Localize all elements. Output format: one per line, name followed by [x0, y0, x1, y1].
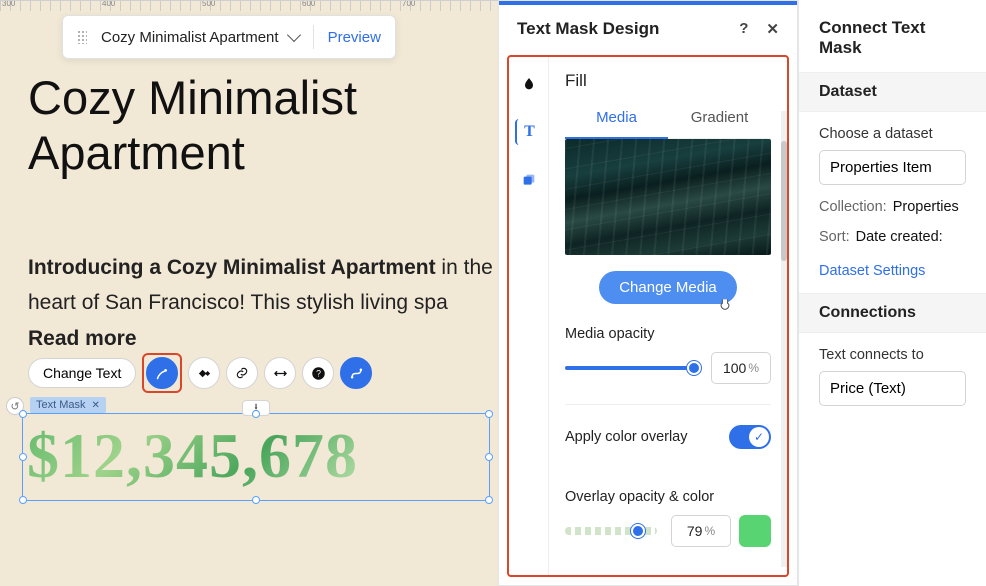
- overlay-opacity-input[interactable]: 79%: [671, 515, 731, 547]
- cursor-icon: [717, 297, 733, 319]
- slider-knob[interactable]: [687, 361, 701, 375]
- panel-scrollbar[interactable]: [781, 111, 787, 567]
- text-tab-icon[interactable]: T: [515, 119, 541, 145]
- preview-link[interactable]: Preview: [328, 29, 381, 46]
- remove-tag-icon[interactable]: ✕: [92, 400, 100, 411]
- ruler-mark: 300: [2, 0, 15, 8]
- dataset-select[interactable]: [819, 150, 966, 185]
- panel-title: Text Mask Design: [517, 19, 659, 39]
- dataset-section-head: Dataset: [799, 72, 986, 112]
- tab-gradient[interactable]: Gradient: [668, 101, 771, 138]
- media-opacity-slider[interactable]: [565, 366, 697, 370]
- horizontal-ruler: 300 400 500 600 700: [0, 0, 498, 11]
- collection-key: Collection:: [819, 199, 887, 215]
- active-tool-highlight: [142, 353, 182, 393]
- fill-section-title: Fill: [565, 71, 771, 91]
- connect-panel: Connect Text Mask Dataset Choose a datas…: [798, 0, 986, 586]
- overlay-color-swatch[interactable]: [739, 515, 771, 547]
- panel-content: Fill Media Gradient Change Media Media o…: [549, 57, 787, 575]
- media-preview[interactable]: [565, 139, 771, 255]
- price-text: $12,345,678: [23, 414, 489, 498]
- animation-icon[interactable]: [188, 357, 220, 389]
- chevron-down-icon: [286, 28, 300, 42]
- link-icon[interactable]: [226, 357, 258, 389]
- page-toolbar: Cozy Minimalist Apartment Preview: [62, 15, 396, 59]
- resize-handle[interactable]: [19, 410, 27, 418]
- change-text-button[interactable]: Change Text: [28, 358, 136, 388]
- scrollbar-thumb[interactable]: [781, 141, 787, 261]
- sort-value: Date created:: [856, 229, 943, 245]
- resize-handle[interactable]: [252, 496, 260, 504]
- ruler-mark: 500: [202, 0, 215, 8]
- element-tag[interactable]: Text Mask ✕: [30, 397, 106, 413]
- text-connects-label: Text connects to: [819, 347, 966, 363]
- editor-canvas: 300 400 500 600 700 Cozy Minimalist Apar…: [0, 0, 498, 586]
- close-icon[interactable]: ✕: [766, 20, 779, 38]
- connections-section-head: Connections: [799, 293, 986, 333]
- stretch-icon[interactable]: [264, 357, 296, 389]
- connect-panel-title: Connect Text Mask: [799, 0, 986, 72]
- element-toolbar: Change Text ?: [28, 353, 372, 393]
- drag-grip-icon[interactable]: [77, 30, 87, 44]
- text-connects-select[interactable]: [819, 371, 966, 406]
- resize-handle[interactable]: [252, 410, 260, 418]
- resize-handle[interactable]: [19, 496, 27, 504]
- text-mask-design-panel: Text Mask Design ? ✕ T Fill Media Gradie…: [498, 0, 798, 586]
- data-connect-icon[interactable]: [340, 357, 372, 389]
- page-headline[interactable]: Cozy Minimalist Apartment: [28, 71, 357, 181]
- apply-overlay-toggle[interactable]: ✓: [729, 425, 771, 449]
- help-icon[interactable]: ?: [302, 357, 334, 389]
- slider-knob[interactable]: [631, 524, 645, 538]
- help-icon[interactable]: ?: [739, 20, 748, 38]
- ruler-mark: 400: [102, 0, 115, 8]
- media-opacity-label: Media opacity: [565, 326, 771, 342]
- resize-handle[interactable]: [19, 453, 27, 461]
- divider: [313, 25, 314, 49]
- overlay-opacity-label: Overlay opacity & color: [565, 489, 771, 505]
- fill-tab-icon[interactable]: [516, 71, 542, 97]
- layers-tab-icon[interactable]: [516, 167, 542, 193]
- page-selector[interactable]: Cozy Minimalist Apartment: [101, 29, 299, 46]
- body-paragraph[interactable]: Introducing a Cozy Minimalist Apartment …: [28, 251, 498, 320]
- toggle-knob: ✓: [749, 427, 769, 447]
- panel-header: Text Mask Design ? ✕: [499, 5, 797, 53]
- panel-side-tabs: T: [509, 57, 549, 575]
- overlay-opacity-slider[interactable]: [565, 527, 657, 535]
- ruler-mark: 700: [402, 0, 415, 8]
- highlighted-region: T Fill Media Gradient Change Media Media…: [507, 55, 789, 577]
- text-mask-element[interactable]: ⭳ $12,345,678: [22, 413, 490, 501]
- dataset-settings-link[interactable]: Dataset Settings: [819, 263, 966, 279]
- design-icon[interactable]: [146, 357, 178, 389]
- tab-media[interactable]: Media: [565, 101, 668, 138]
- collection-value: Properties: [893, 199, 959, 215]
- sort-key: Sort:: [819, 229, 850, 245]
- page-name: Cozy Minimalist Apartment: [101, 29, 279, 46]
- resize-handle[interactable]: [485, 410, 493, 418]
- resize-handle[interactable]: [485, 453, 493, 461]
- svg-text:?: ?: [316, 368, 321, 378]
- read-more-text[interactable]: Read more: [28, 327, 137, 351]
- choose-dataset-label: Choose a dataset: [819, 126, 966, 142]
- fill-subtabs: Media Gradient: [565, 101, 771, 139]
- apply-overlay-label: Apply color overlay: [565, 429, 688, 445]
- ruler-mark: 600: [302, 0, 315, 8]
- media-opacity-input[interactable]: 100%: [711, 352, 771, 384]
- resize-handle[interactable]: [485, 496, 493, 504]
